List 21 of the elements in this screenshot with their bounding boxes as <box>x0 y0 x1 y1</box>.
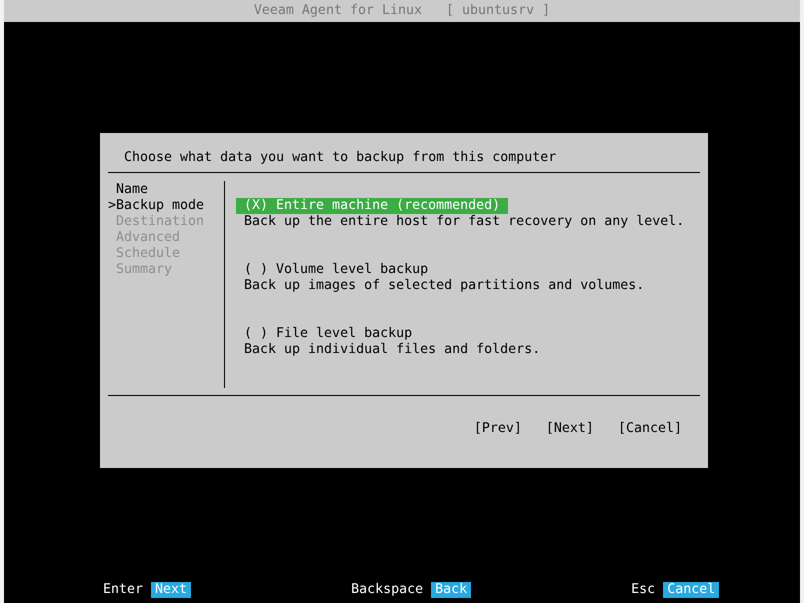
dialog-button[interactable]: [Next] <box>546 421 594 437</box>
hotkey-action[interactable]: Next <box>151 582 192 598</box>
host-name: [ ubuntusrv ] <box>446 3 550 19</box>
option-description: Back up individual files and folders. <box>243 342 540 358</box>
wizard-step[interactable]: Name <box>116 182 148 198</box>
hotkey-action[interactable]: Back <box>431 582 472 598</box>
hotkey-action[interactable]: Cancel <box>663 582 720 598</box>
dialog-button[interactable]: [Cancel] <box>618 421 682 437</box>
radio-option[interactable]: ( ) File level backup <box>236 326 420 342</box>
window-title: Veeam Agent for Linux <box>254 3 422 19</box>
hotkey-label: Backspace <box>351 582 424 598</box>
wizard-step[interactable]: Backup mode <box>116 198 204 214</box>
option-description: Back up the entire host for fast recovery on any level. <box>243 214 684 230</box>
hotkey-label: Enter <box>103 582 144 598</box>
dialog-heading: Choose what data you want to backup from this computer <box>123 150 558 166</box>
radio-option[interactable]: ( ) Volume level backup <box>236 262 436 278</box>
hotkey-label: Esc <box>631 582 656 598</box>
option-description: Back up images of selected partitions and volumes. <box>243 278 644 294</box>
radio-option[interactable]: (X) Entire machine (recommended) <box>236 198 508 214</box>
current-step-marker: > <box>108 198 116 213</box>
dialog-button[interactable]: [Prev] <box>474 421 522 437</box>
